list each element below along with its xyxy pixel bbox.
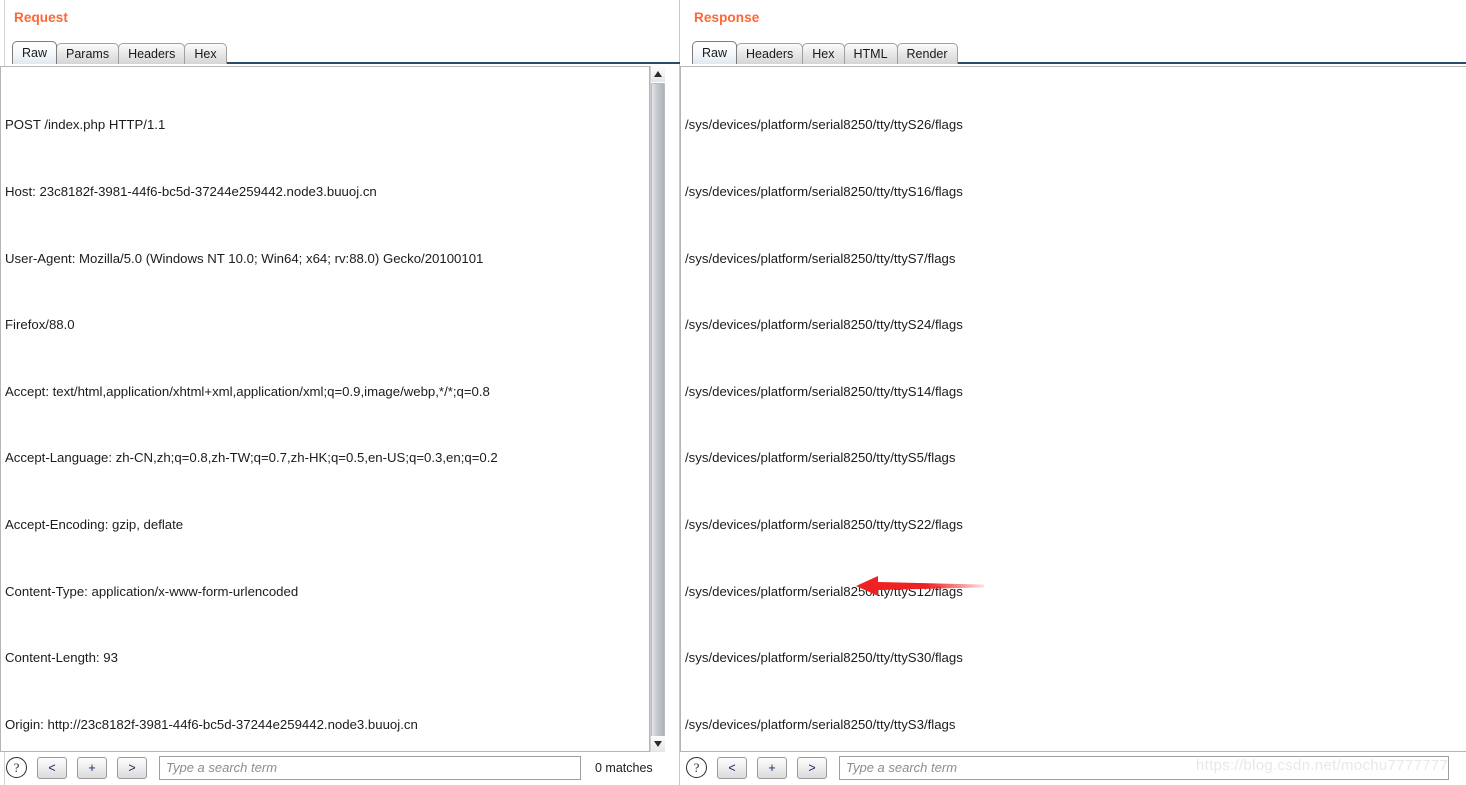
request-line: Accept-Encoding: gzip, deflate — [5, 517, 184, 533]
request-line: Accept: text/html,application/xhtml+xml,… — [5, 383, 490, 399]
tab-response-render[interactable]: Render — [896, 43, 958, 64]
response-line: /sys/devices/platform/serial8250/tty/tty… — [685, 716, 956, 732]
request-line: Content-Length: 93 — [5, 650, 118, 666]
request-line: POST /index.php HTTP/1.1 — [5, 117, 166, 133]
response-panel-title: Response — [694, 10, 760, 25]
help-icon[interactable]: ? — [686, 757, 707, 778]
triangle-down-icon — [654, 741, 662, 747]
tab-response-html[interactable]: HTML — [843, 43, 898, 64]
response-line: /sys/devices/platform/serial8250/tty/tty… — [685, 383, 963, 399]
request-match-count: 0 matches — [595, 760, 653, 775]
response-line: /sys/devices/platform/serial8250/tty/tty… — [685, 450, 956, 466]
response-panel: Response Raw Headers Hex HTML Render /sy… — [680, 0, 1466, 785]
response-line: /sys/devices/platform/serial8250/tty/tty… — [685, 583, 963, 599]
site-watermark: https://blog.csdn.net/mochu7777777 — [1196, 757, 1449, 774]
tab-request-params[interactable]: Params — [56, 43, 120, 64]
triangle-up-icon — [654, 71, 662, 77]
request-line: Host: 23c8182f-3981-44f6-bc5d-37244e2594… — [5, 184, 377, 200]
search-next-button[interactable]: > — [797, 756, 827, 779]
search-add-button[interactable]: + — [77, 756, 107, 779]
search-next-button[interactable]: > — [117, 756, 147, 779]
request-panel-title: Request — [14, 10, 68, 25]
request-scrollbar-thumb[interactable] — [651, 83, 665, 743]
request-search-bar: ? < + > Type a search term 0 matches — [0, 750, 680, 785]
request-line: Firefox/88.0 — [5, 317, 75, 333]
response-line: /sys/devices/platform/serial8250/tty/tty… — [685, 250, 956, 266]
tab-response-raw[interactable]: Raw — [692, 41, 738, 64]
response-tabbar: Raw Headers Hex HTML Render — [692, 40, 1466, 64]
response-line: /sys/devices/platform/serial8250/tty/tty… — [685, 650, 963, 666]
request-scroll-up-button[interactable] — [651, 66, 665, 82]
response-line: /sys/devices/platform/serial8250/tty/tty… — [685, 317, 963, 333]
response-raw-body[interactable]: /sys/devices/platform/serial8250/tty/tty… — [680, 66, 1466, 752]
tab-request-headers[interactable]: Headers — [118, 43, 186, 64]
request-tabbar: Raw Params Headers Hex — [12, 40, 1466, 64]
burp-message-editor: Request Raw Params Headers Hex POST /ind… — [0, 0, 1466, 785]
search-prev-button[interactable]: < — [717, 756, 747, 779]
request-line: Accept-Language: zh-CN,zh;q=0.8,zh-TW;q=… — [5, 450, 498, 466]
search-input-placeholder: Type a search term — [166, 760, 278, 775]
tab-request-raw[interactable]: Raw — [12, 41, 58, 64]
request-line: Origin: http://23c8182f-3981-44f6-bc5d-3… — [5, 716, 418, 732]
request-vertical-scrollbar[interactable] — [650, 66, 665, 752]
search-add-button[interactable]: + — [757, 756, 787, 779]
response-line: /sys/devices/platform/serial8250/tty/tty… — [685, 517, 963, 533]
tab-response-headers[interactable]: Headers — [736, 43, 804, 64]
tab-response-hex[interactable]: Hex — [802, 43, 845, 64]
response-line: /sys/devices/platform/serial8250/tty/tty… — [685, 117, 963, 133]
request-panel: Request Raw Params Headers Hex POST /ind… — [0, 0, 1466, 785]
request-search-input[interactable]: Type a search term — [159, 755, 581, 780]
help-icon[interactable]: ? — [6, 757, 27, 778]
request-line: User-Agent: Mozilla/5.0 (Windows NT 10.0… — [5, 250, 484, 266]
tab-request-hex[interactable]: Hex — [184, 43, 227, 64]
request-raw-body[interactable]: POST /index.php HTTP/1.1 Host: 23c8182f-… — [0, 66, 650, 752]
request-line: Content-Type: application/x-www-form-url… — [5, 583, 299, 599]
search-input-placeholder: Type a search term — [846, 760, 958, 775]
search-prev-button[interactable]: < — [37, 756, 67, 779]
response-line: /sys/devices/platform/serial8250/tty/tty… — [685, 184, 963, 200]
